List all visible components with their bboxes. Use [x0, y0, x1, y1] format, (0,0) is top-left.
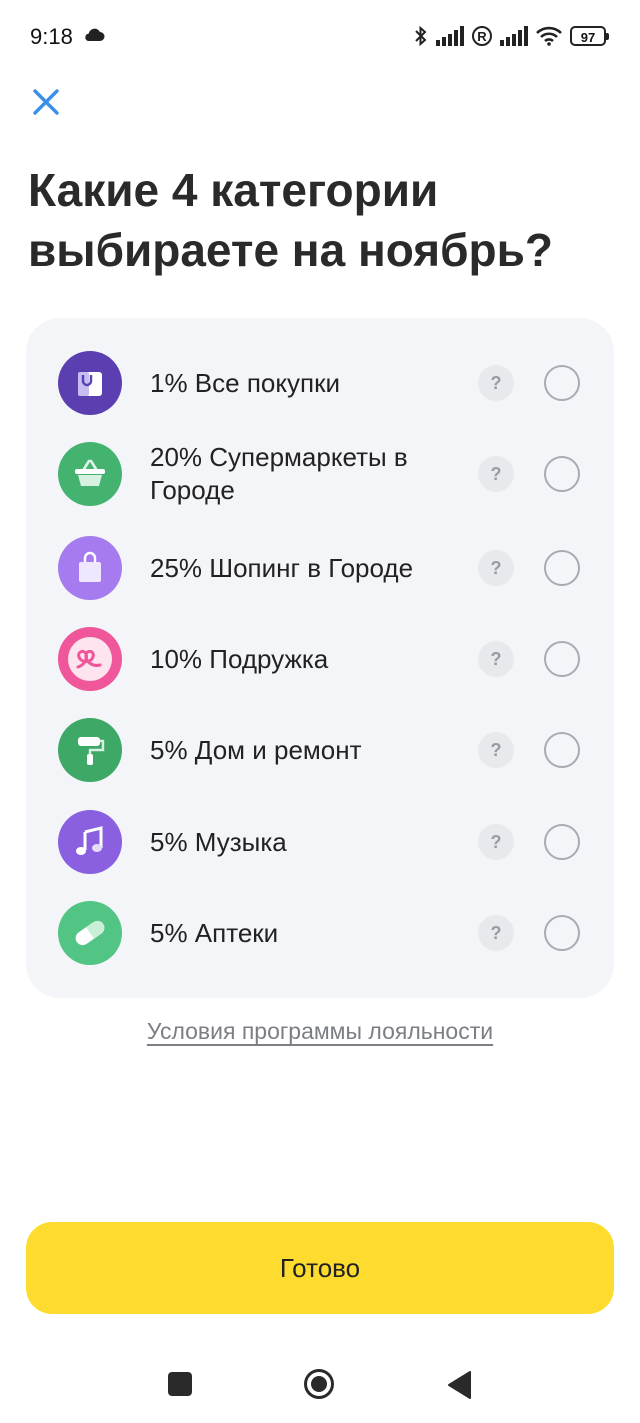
podruzhka-logo-icon [58, 627, 122, 691]
status-bar: 9:18 R 97 [0, 0, 640, 72]
bag-icon [58, 536, 122, 600]
help-button[interactable]: ? [478, 824, 514, 860]
category-label: 5% Аптеки [150, 917, 279, 948]
wifi-icon [536, 26, 562, 46]
category-radio[interactable] [544, 365, 580, 401]
category-label: 20% Супермаркеты в Городе [150, 442, 408, 505]
category-label: 1% Все покупки [150, 367, 341, 398]
basket-icon [58, 442, 122, 506]
category-radio[interactable] [544, 732, 580, 768]
status-time: 9:18 [30, 24, 73, 49]
category-row-shopping[interactable]: 25% Шопинг в Городе ? [26, 526, 614, 610]
help-button[interactable]: ? [478, 915, 514, 951]
done-button[interactable]: Готово [26, 1222, 614, 1314]
category-radio[interactable] [544, 824, 580, 860]
page-title: Какие 4 категории выбираете на ноябрь? [28, 164, 553, 276]
category-label: 5% Музыка [150, 826, 287, 857]
close-icon[interactable] [30, 86, 62, 118]
system-nav-bar [0, 1350, 640, 1423]
category-label: 5% Дом и ремонт [150, 734, 362, 765]
loyalty-terms-link[interactable]: Условия программы лояльности [0, 1018, 640, 1045]
category-label: 25% Шопинг в Городе [150, 552, 414, 583]
category-radio[interactable] [544, 641, 580, 677]
signal-icon-2 [500, 26, 528, 46]
home-icon[interactable] [303, 1368, 335, 1400]
help-button[interactable]: ? [478, 456, 514, 492]
category-row-podruzhka[interactable]: 10% Подружка ? [26, 617, 614, 701]
category-radio[interactable] [544, 550, 580, 586]
category-row-all-purchases[interactable]: 1% Все покупки ? [26, 341, 614, 425]
category-row-music[interactable]: 5% Музыка ? [26, 800, 614, 884]
category-radio[interactable] [544, 456, 580, 492]
back-icon[interactable] [446, 1370, 472, 1400]
help-button[interactable]: ? [478, 732, 514, 768]
category-radio[interactable] [544, 915, 580, 951]
cloud-icon [85, 28, 105, 41]
pill-icon [58, 901, 122, 965]
help-button[interactable]: ? [478, 365, 514, 401]
status-icons: R 97 [414, 22, 609, 50]
music-note-icon [58, 810, 122, 874]
signal-icon [436, 26, 464, 46]
registered-icon: R [472, 26, 492, 46]
recent-apps-icon[interactable] [168, 1372, 192, 1396]
categories-card: 1% Все покупки ? 20% Супермаркеты в Горо… [26, 318, 614, 998]
battery-indicator: 97 [570, 26, 609, 46]
paint-roller-icon [58, 718, 122, 782]
help-button[interactable]: ? [478, 550, 514, 586]
category-row-pharmacy[interactable]: 5% Аптеки ? [26, 891, 614, 975]
bluetooth-icon [415, 25, 427, 47]
category-label: 10% Подружка [150, 643, 329, 674]
category-row-supermarkets[interactable]: 20% Супермаркеты в Городе ? [26, 432, 614, 516]
shopping-bag-icon [58, 351, 122, 415]
help-button[interactable]: ? [478, 641, 514, 677]
category-row-home-repair[interactable]: 5% Дом и ремонт ? [26, 708, 614, 792]
